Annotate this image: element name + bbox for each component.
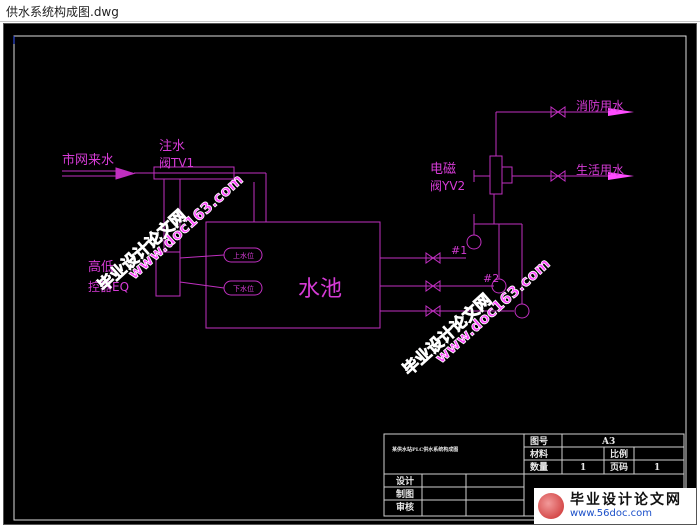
window-titlebar: 供水系统构成图.dwg [0,0,700,22]
sensor-wire [179,254,225,259]
pool-label: 水池 [298,277,342,302]
solenoid-label-1: 电磁 [430,162,456,177]
title-block-page: 1 [654,463,660,473]
city-water-label: 市网来水 [62,152,114,168]
footer-watermark-url: www.56doc.com [570,508,653,519]
sensor-wire [179,281,225,289]
title-block-drawing-no-label: 图号 [530,436,548,447]
domestic-water-label: 生活用水 [576,163,624,177]
pool-rect [205,221,381,329]
drawing-svg: 市网来水 注水 阀TV1 高低 控器EQ 电磁 阀YV2 水池 上水位 下水位 … [13,35,687,521]
pump-3-circle [514,303,530,319]
solenoid-valve-body [489,155,503,195]
cad-drawing-canvas[interactable]: 市网来水 注水 阀TV1 高低 控器EQ 电磁 阀YV2 水池 上水位 下水位 … [3,23,697,525]
title-block-draw-label: 制图 [396,488,414,500]
watermark-cn-2: 毕业设计论文网 [399,290,495,379]
solenoid-label-2: 阀YV2 [430,179,465,193]
footer-watermark: 毕业设计论文网 www.56doc.com [534,488,696,524]
upper-level-label: 上水位 [233,251,254,260]
fire-water-label: 消防用水 [576,98,624,113]
title-block-material-label: 材料 [529,448,548,460]
pump-1-circle [466,234,482,250]
window-title: 供水系统构成图.dwg [6,5,119,19]
lower-level-label: 下水位 [233,284,254,293]
watermark-url-1: www.doc163.com [125,171,247,283]
fill-valve-label-2: 阀TV1 [159,156,194,170]
title-block-drawing-name: 某供水站PLC供水系统构成图 [391,446,458,453]
title-block-review-label: 审核 [396,501,414,513]
footer-watermark-cn: 毕业设计论文网 [570,492,682,508]
pump-1-label: #1 [451,244,467,257]
watermark-cn-1: 毕业设计论文网 [94,206,190,295]
title-block-quantity: 1 [580,463,586,473]
solenoid-valve-coil [501,166,513,184]
site-logo-icon [538,493,564,519]
title-block-page-label: 页码 [610,462,628,473]
fill-valve-label-1: 注水 [159,139,185,154]
title-block-quantity-label: 数量 [530,461,548,473]
title-block-design-label: 设计 [396,475,414,487]
title-block-scale-label: 比例 [610,448,628,460]
title-block-drawing-no: A3 [601,437,615,447]
pump-2-label: #2 [483,272,499,285]
inlet-arrow [115,167,136,180]
